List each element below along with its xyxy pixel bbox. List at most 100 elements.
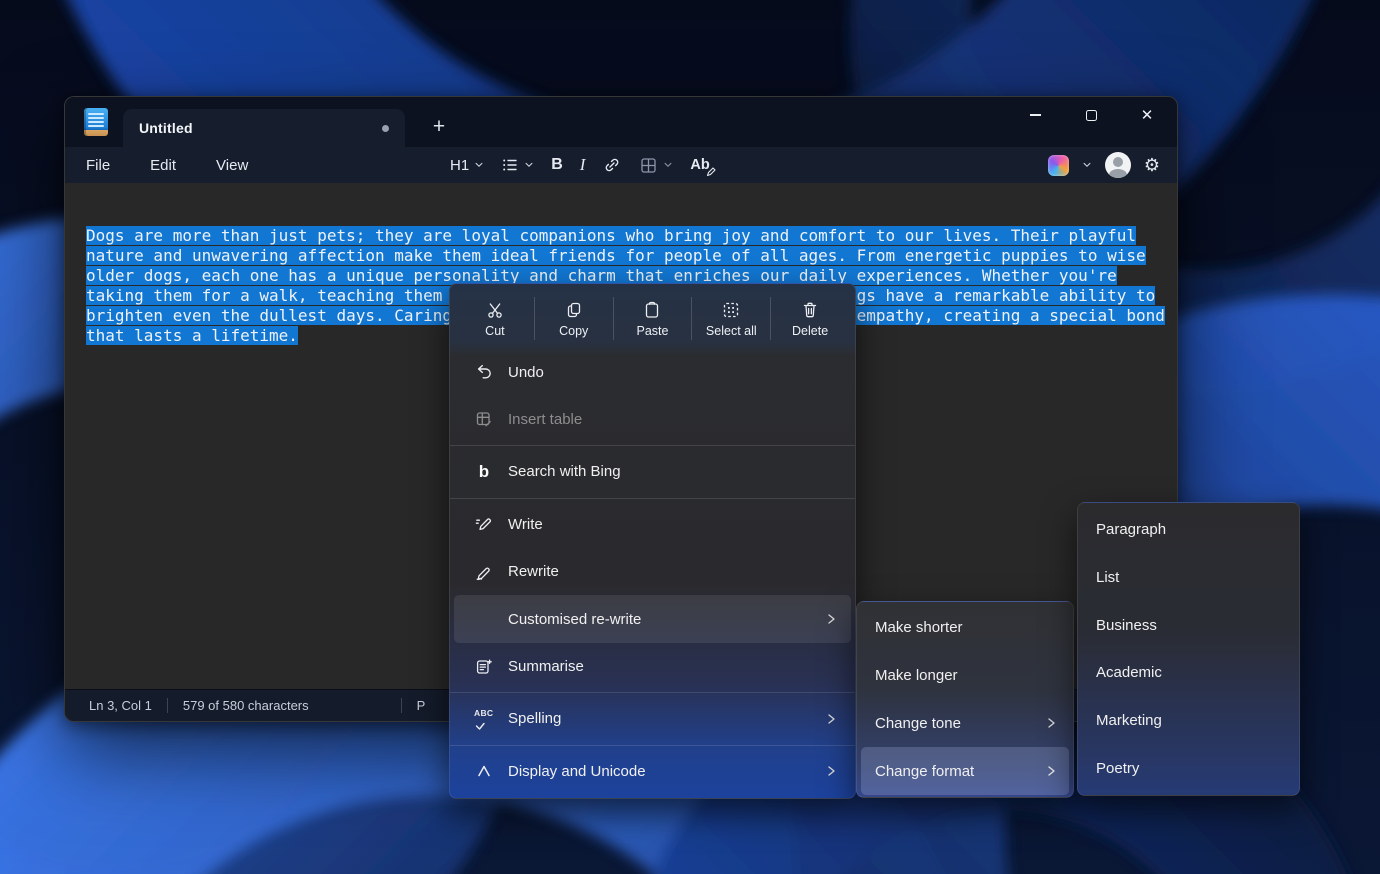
chevron-right-icon bbox=[825, 712, 837, 726]
copy-button[interactable]: Copy bbox=[535, 289, 613, 348]
new-tab-button[interactable]: + bbox=[423, 111, 455, 143]
select-all-icon bbox=[721, 300, 741, 320]
paste-icon bbox=[642, 300, 662, 320]
display-and-unicode-label: Display and Unicode bbox=[508, 763, 825, 780]
menu-item-undo[interactable]: Undo bbox=[450, 348, 855, 395]
chevron-right-icon bbox=[1045, 764, 1057, 778]
table-dropdown[interactable] bbox=[639, 156, 673, 175]
list-style-dropdown[interactable] bbox=[501, 156, 534, 174]
menu-item-display-and-unicode[interactable]: Display and Unicode bbox=[450, 748, 855, 795]
menu-item-customised-rewrite[interactable]: Customised re-write bbox=[454, 595, 851, 642]
table-icon bbox=[639, 156, 658, 175]
menu-item-paragraph[interactable]: Paragraph bbox=[1078, 506, 1299, 554]
menu-view[interactable]: View bbox=[216, 157, 248, 174]
menu-item-change-tone[interactable]: Change tone bbox=[857, 700, 1073, 748]
heading-label: H1 bbox=[450, 157, 469, 174]
write-pencil-icon bbox=[474, 514, 494, 534]
divider bbox=[167, 698, 168, 713]
chevron-right-icon bbox=[825, 612, 837, 626]
menu-item-business[interactable]: Business bbox=[1078, 601, 1299, 649]
delete-button[interactable]: Delete bbox=[771, 289, 849, 348]
menu-item-make-shorter[interactable]: Make shorter bbox=[857, 604, 1073, 652]
context-menu: Cut Copy Paste Select all Delete Undo bbox=[449, 283, 856, 799]
chevron-right-icon bbox=[1045, 716, 1057, 730]
delete-label: Delete bbox=[792, 324, 828, 338]
unsaved-indicator-dot bbox=[382, 125, 389, 132]
eraser-icon bbox=[706, 166, 717, 177]
chevron-right-icon bbox=[825, 764, 837, 778]
caret-icon bbox=[474, 761, 494, 781]
italic-button[interactable]: I bbox=[580, 155, 586, 175]
menu-item-summarise[interactable]: Summarise bbox=[450, 643, 855, 690]
search-with-bing-label: Search with Bing bbox=[508, 463, 837, 480]
academic-label: Academic bbox=[1096, 664, 1283, 681]
write-label: Write bbox=[508, 516, 837, 533]
menu-edit[interactable]: Edit bbox=[150, 157, 176, 174]
menu-item-search-with-bing[interactable]: b Search with Bing bbox=[450, 448, 855, 495]
link-button[interactable] bbox=[602, 155, 622, 175]
copilot-chevron-down-icon[interactable] bbox=[1082, 160, 1092, 170]
menu-item-change-format[interactable]: Change format bbox=[861, 747, 1069, 795]
insert-table-icon bbox=[474, 409, 494, 429]
character-count: 579 of 580 characters bbox=[183, 698, 309, 713]
menu-item-marketing[interactable]: Marketing bbox=[1078, 697, 1299, 745]
close-button[interactable]: ✕ bbox=[1119, 97, 1175, 133]
cut-label: Cut bbox=[485, 324, 504, 338]
chevron-down-icon bbox=[663, 160, 673, 170]
business-label: Business bbox=[1096, 617, 1283, 634]
menu-item-academic[interactable]: Academic bbox=[1078, 649, 1299, 697]
title-bar: Untitled + ✕ bbox=[65, 97, 1177, 147]
quick-actions-row: Cut Copy Paste Select all Delete bbox=[450, 287, 855, 348]
editor-line: nature and unwavering affection make the… bbox=[86, 246, 1177, 266]
rewrite-label: Rewrite bbox=[508, 563, 837, 580]
spelling-icon: ABC bbox=[474, 709, 494, 729]
customised-rewrite-label: Customised re-write bbox=[508, 611, 825, 628]
copy-icon bbox=[564, 300, 584, 320]
select-all-button[interactable]: Select all bbox=[692, 289, 770, 348]
account-avatar[interactable] bbox=[1105, 152, 1131, 178]
empty-icon-slot bbox=[474, 609, 494, 629]
menu-item-write[interactable]: Write bbox=[450, 500, 855, 547]
undo-label: Undo bbox=[508, 364, 837, 381]
chevron-down-icon bbox=[474, 160, 484, 170]
command-bar: File Edit View H1 B I Ab bbox=[65, 147, 1177, 183]
bold-button[interactable]: B bbox=[551, 156, 563, 174]
chevron-down-icon bbox=[524, 160, 534, 170]
delete-icon bbox=[800, 300, 820, 320]
menu-item-make-longer[interactable]: Make longer bbox=[857, 652, 1073, 700]
menu-item-poetry[interactable]: Poetry bbox=[1078, 744, 1299, 792]
maximize-button[interactable] bbox=[1063, 97, 1119, 133]
rewrite-pen-icon bbox=[474, 562, 494, 582]
tab-untitled[interactable]: Untitled bbox=[123, 109, 405, 147]
make-shorter-label: Make shorter bbox=[875, 619, 1057, 636]
copilot-icon[interactable] bbox=[1048, 155, 1069, 176]
cut-button[interactable]: Cut bbox=[456, 289, 534, 348]
minimize-icon bbox=[1030, 114, 1041, 115]
spelling-label: Spelling bbox=[508, 710, 825, 727]
menu-file[interactable]: File bbox=[86, 157, 110, 174]
select-all-label: Select all bbox=[706, 324, 757, 338]
summarise-label: Summarise bbox=[508, 658, 837, 675]
insert-table-label: Insert table bbox=[508, 411, 837, 428]
change-format-submenu: Paragraph List Business Academic Marketi… bbox=[1077, 502, 1300, 796]
cut-icon bbox=[485, 300, 505, 320]
marketing-label: Marketing bbox=[1096, 712, 1283, 729]
customised-rewrite-submenu: Make shorter Make longer Change tone Cha… bbox=[856, 601, 1074, 798]
cursor-position: Ln 3, Col 1 bbox=[89, 698, 152, 713]
heading-style-dropdown[interactable]: H1 bbox=[450, 157, 484, 174]
clear-formatting-button[interactable]: Ab bbox=[690, 157, 709, 173]
settings-gear-icon[interactable]: ⚙ bbox=[1144, 155, 1160, 176]
paste-label: Paste bbox=[637, 324, 669, 338]
minimize-button[interactable] bbox=[1007, 97, 1063, 133]
poetry-label: Poetry bbox=[1096, 760, 1283, 777]
tab-title: Untitled bbox=[139, 120, 193, 136]
paste-button[interactable]: Paste bbox=[614, 289, 692, 348]
menu-item-insert-table[interactable]: Insert table bbox=[450, 396, 855, 443]
menu-item-rewrite[interactable]: Rewrite bbox=[450, 548, 855, 595]
menu-item-spelling[interactable]: ABC Spelling bbox=[450, 695, 855, 742]
menu-item-list[interactable]: List bbox=[1078, 554, 1299, 602]
undo-icon bbox=[474, 362, 494, 382]
notepad-app-icon bbox=[84, 108, 108, 136]
copy-label: Copy bbox=[559, 324, 588, 338]
change-tone-label: Change tone bbox=[875, 715, 1045, 732]
